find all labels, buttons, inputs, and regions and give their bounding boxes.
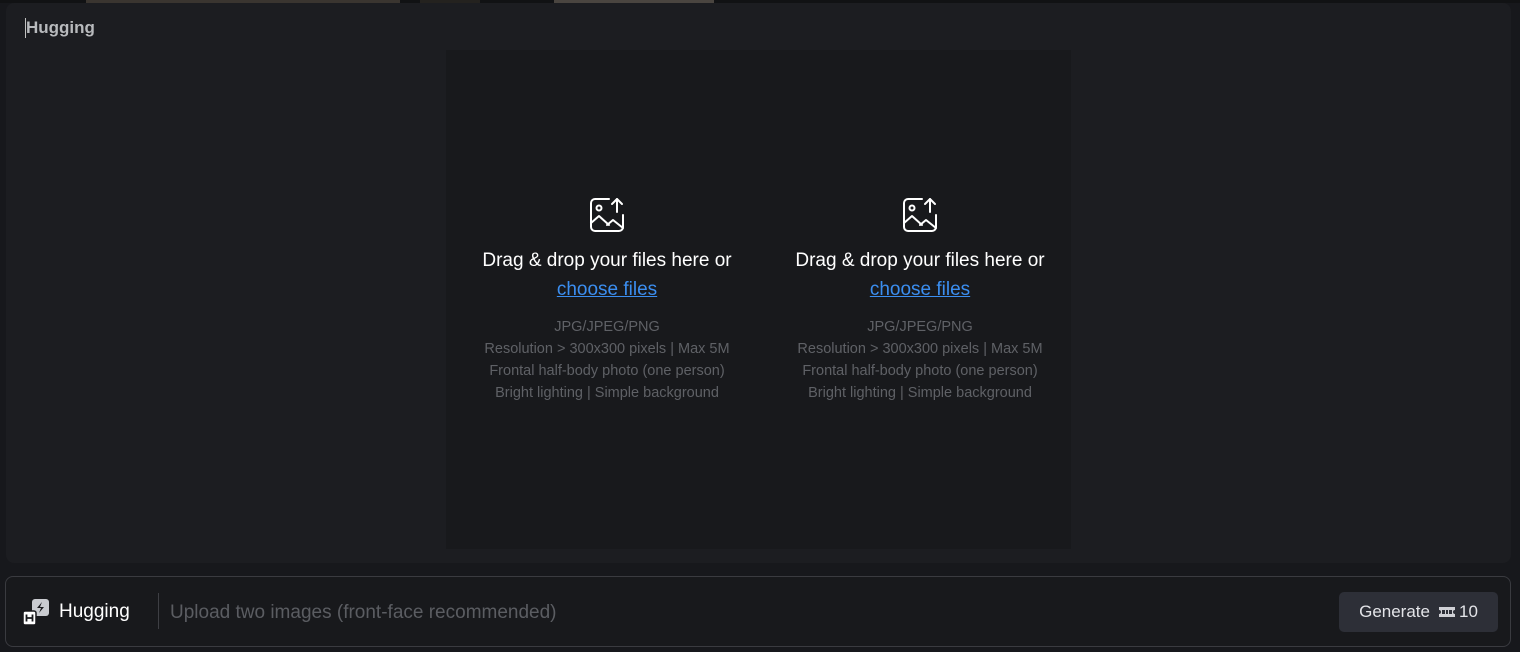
hint-lighting: Bright lighting | Simple background: [495, 385, 719, 401]
hint-formats: JPG/JPEG/PNG: [554, 319, 660, 335]
dropzone-title: Drag & drop your files here or: [795, 250, 1045, 271]
upload-area: Drag & drop your files here or choose fi…: [446, 50, 1071, 549]
hint-photo: Frontal half-body photo (one person): [489, 363, 725, 379]
prompt-bar: Hugging Generate 10: [5, 576, 1511, 647]
generate-label: Generate: [1359, 602, 1430, 621]
dropzone-hints: JPG/JPEG/PNG Resolution > 300x300 pixels…: [462, 316, 752, 404]
choose-files-link[interactable]: choose files: [462, 275, 752, 304]
hint-photo: Frontal half-body photo (one person): [802, 363, 1038, 379]
brand-name: Hugging: [59, 601, 130, 622]
dropzone-1[interactable]: Drag & drop your files here or choose fi…: [462, 196, 752, 404]
image-upload-icon: [903, 198, 937, 232]
main-panel: Hugging Drag & drop your files here or c…: [6, 3, 1511, 563]
divider: [158, 593, 159, 629]
hint-lighting: Bright lighting | Simple background: [808, 385, 1032, 401]
credit-count: 10: [1458, 602, 1478, 621]
generate-button[interactable]: Generate 10: [1339, 592, 1498, 632]
hugging-logo-icon: [22, 599, 49, 626]
hint-resolution: Resolution > 300x300 pixels | Max 5M: [797, 341, 1043, 357]
prompt-input[interactable]: [168, 594, 1072, 632]
brand-title: Hugging: [26, 18, 95, 37]
hint-formats: JPG/JPEG/PNG: [867, 319, 973, 335]
hint-resolution: Resolution > 300x300 pixels | Max 5M: [484, 341, 730, 357]
ticket-icon: [1438, 607, 1455, 617]
dropzone-2[interactable]: Drag & drop your files here or choose fi…: [775, 196, 1065, 404]
dropzone-title: Drag & drop your files here or: [482, 250, 732, 271]
image-upload-icon: [590, 198, 624, 232]
dropzone-hints: JPG/JPEG/PNG Resolution > 300x300 pixels…: [775, 316, 1065, 404]
choose-files-link[interactable]: choose files: [775, 275, 1065, 304]
